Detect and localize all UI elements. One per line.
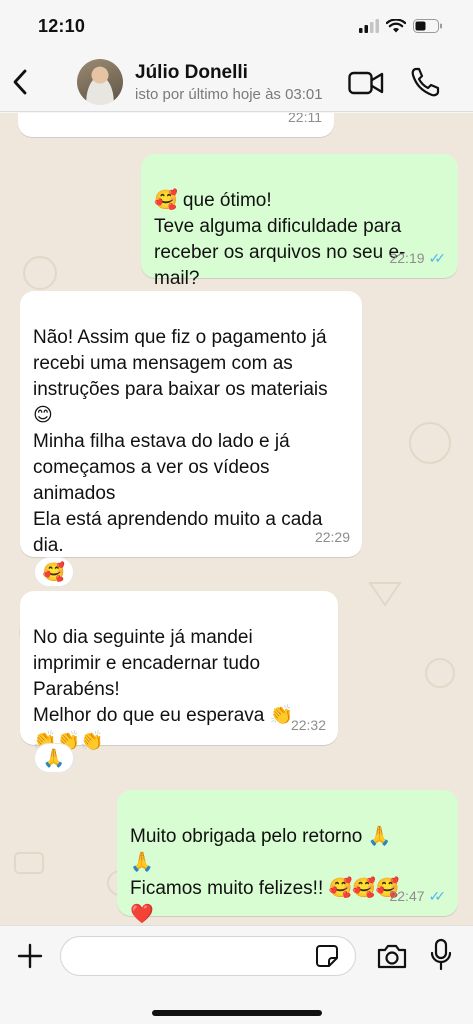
message-meta: 22:32	[291, 712, 326, 738]
message-text: No dia seguinte já mandei imprimir e enc…	[33, 627, 294, 752]
phone-icon[interactable]	[410, 66, 440, 98]
sticker-icon[interactable]	[315, 944, 339, 968]
message-text: Muito obrigada pelo retorno 🙏 🙏 Ficamos …	[130, 826, 400, 925]
message-time: 22:19	[389, 250, 425, 266]
microphone-icon[interactable]	[430, 938, 452, 972]
message-bubble-incoming[interactable]: No dia seguinte já mandei imprimir e enc…	[20, 591, 338, 752]
signal-icon	[359, 19, 379, 33]
contact-last-seen: isto por último hoje às 03:01	[135, 86, 323, 103]
message-time: 22:29	[314, 529, 350, 545]
read-ticks-icon: ✓✓	[428, 888, 447, 904]
status-bar: 12:10	[0, 0, 473, 52]
message-time: 22:47	[389, 888, 425, 904]
message-bubble-outgoing[interactable]: 🥰 que ótimo! Teve alguma dificuldade par…	[141, 154, 458, 289]
message-bubble-incoming[interactable]: Não! Assim que fiz o pagamento já recebi…	[20, 291, 362, 557]
message-text: 🥰 que ótimo! Teve alguma dificuldade par…	[154, 190, 406, 289]
chat-header: Júlio Donelli isto por último hoje às 03…	[0, 52, 473, 112]
message-bubble-outgoing[interactable]: Muito obrigada pelo retorno 🙏 🙏 Ficamos …	[117, 790, 458, 925]
chat-area[interactable]: 22:11 🥰 que ótimo! Teve alguma dificulda…	[0, 113, 473, 925]
video-call-icon[interactable]	[348, 70, 384, 96]
message-composer	[0, 925, 473, 1024]
message-time: 22:32	[290, 717, 326, 733]
message-bubble-incoming[interactable]: 22:11	[18, 113, 334, 137]
message-reaction[interactable]: 🙏	[34, 743, 74, 773]
status-time: 12:10	[38, 15, 86, 36]
contact-name[interactable]: Júlio Donelli	[135, 62, 248, 84]
reaction-emoji: 🙏	[42, 747, 66, 768]
message-text: Não! Assim que fiz o pagamento já recebi…	[33, 327, 328, 556]
camera-icon[interactable]	[376, 942, 408, 970]
back-icon[interactable]	[8, 66, 32, 98]
message-meta: 22:47 ✓✓	[389, 883, 446, 909]
message-reaction[interactable]: 🥰	[34, 557, 74, 587]
message-meta: 22:11	[288, 113, 322, 130]
reaction-emoji: 🥰	[42, 561, 66, 582]
battery-icon	[413, 19, 442, 33]
status-icons	[359, 19, 443, 33]
read-ticks-icon: ✓✓	[428, 250, 447, 266]
message-meta: 22:19 ✓✓	[389, 245, 446, 271]
message-time: 22:11	[288, 113, 322, 125]
wifi-icon	[386, 19, 406, 33]
plus-icon[interactable]	[16, 942, 44, 970]
home-indicator	[152, 1010, 322, 1016]
avatar[interactable]	[77, 59, 123, 105]
message-meta: 22:29	[315, 524, 350, 550]
message-input[interactable]	[60, 936, 356, 976]
